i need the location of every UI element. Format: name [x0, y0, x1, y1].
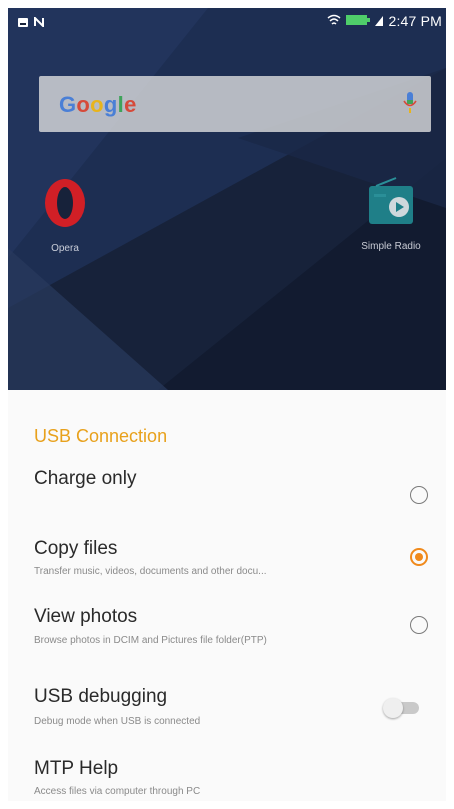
status-time: 2:47 PM	[388, 13, 442, 29]
dialog-title: USB Connection	[34, 426, 168, 446]
app-label-opera: Opera	[51, 243, 79, 254]
wifi-icon	[327, 14, 341, 29]
phone-screen: 2:47 PM Google Opera Simple Radio USB Co…	[8, 8, 446, 801]
notification-icon	[18, 15, 28, 30]
google-logo: Google	[59, 90, 159, 124]
option-usb-debugging[interactable]: USB debugging Debug mode when USB is con…	[8, 680, 446, 736]
google-search-bar[interactable]: Google	[39, 76, 431, 132]
radio-button-view-photos[interactable]	[410, 616, 428, 634]
status-bar: 2:47 PM	[8, 8, 446, 34]
google-logo-wordmark: Google	[59, 92, 137, 117]
n-logo-icon	[34, 15, 44, 30]
usb-debugging-toggle[interactable]	[383, 696, 425, 720]
option-title: USB debugging	[34, 686, 168, 707]
radio-icon	[366, 177, 416, 232]
option-charge-only[interactable]: Charge only	[8, 460, 446, 510]
option-subtitle: Debug mode when USB is connected	[34, 716, 201, 727]
radio-button-copy-files[interactable]	[410, 548, 428, 566]
option-view-photos[interactable]: View photos Browse photos in DCIM and Pi…	[8, 598, 446, 654]
home-wallpaper: 2:47 PM Google Opera Simple Radio	[8, 8, 446, 390]
app-opera[interactable]: Opera	[20, 176, 110, 254]
option-title: Charge only	[34, 468, 137, 489]
usb-connection-dialog: USB Connection Charge only Copy files Tr…	[8, 390, 446, 801]
option-subtitle: Browse photos in DCIM and Pictures file …	[34, 635, 267, 646]
app-simple-radio[interactable]: Simple Radio	[346, 176, 436, 252]
option-title: Copy files	[34, 538, 118, 559]
mic-icon[interactable]	[403, 91, 417, 120]
svg-text:Google: Google	[59, 92, 137, 117]
option-title: MTP Help	[34, 758, 119, 779]
radio-button-charge-only[interactable]	[410, 486, 428, 504]
toggle-thumb	[383, 698, 403, 718]
signal-icon	[375, 14, 384, 29]
opera-icon	[42, 179, 88, 234]
option-subtitle: Transfer music, videos, documents and ot…	[34, 566, 267, 577]
option-subtitle: Access files via computer through PC	[34, 786, 201, 797]
app-label-simple-radio: Simple Radio	[361, 241, 421, 252]
option-mtp-help[interactable]: MTP Help Access files via computer throu…	[8, 752, 446, 798]
option-copy-files[interactable]: Copy files Transfer music, videos, docum…	[8, 530, 446, 586]
battery-icon	[346, 14, 371, 29]
option-title: View photos	[34, 606, 138, 627]
